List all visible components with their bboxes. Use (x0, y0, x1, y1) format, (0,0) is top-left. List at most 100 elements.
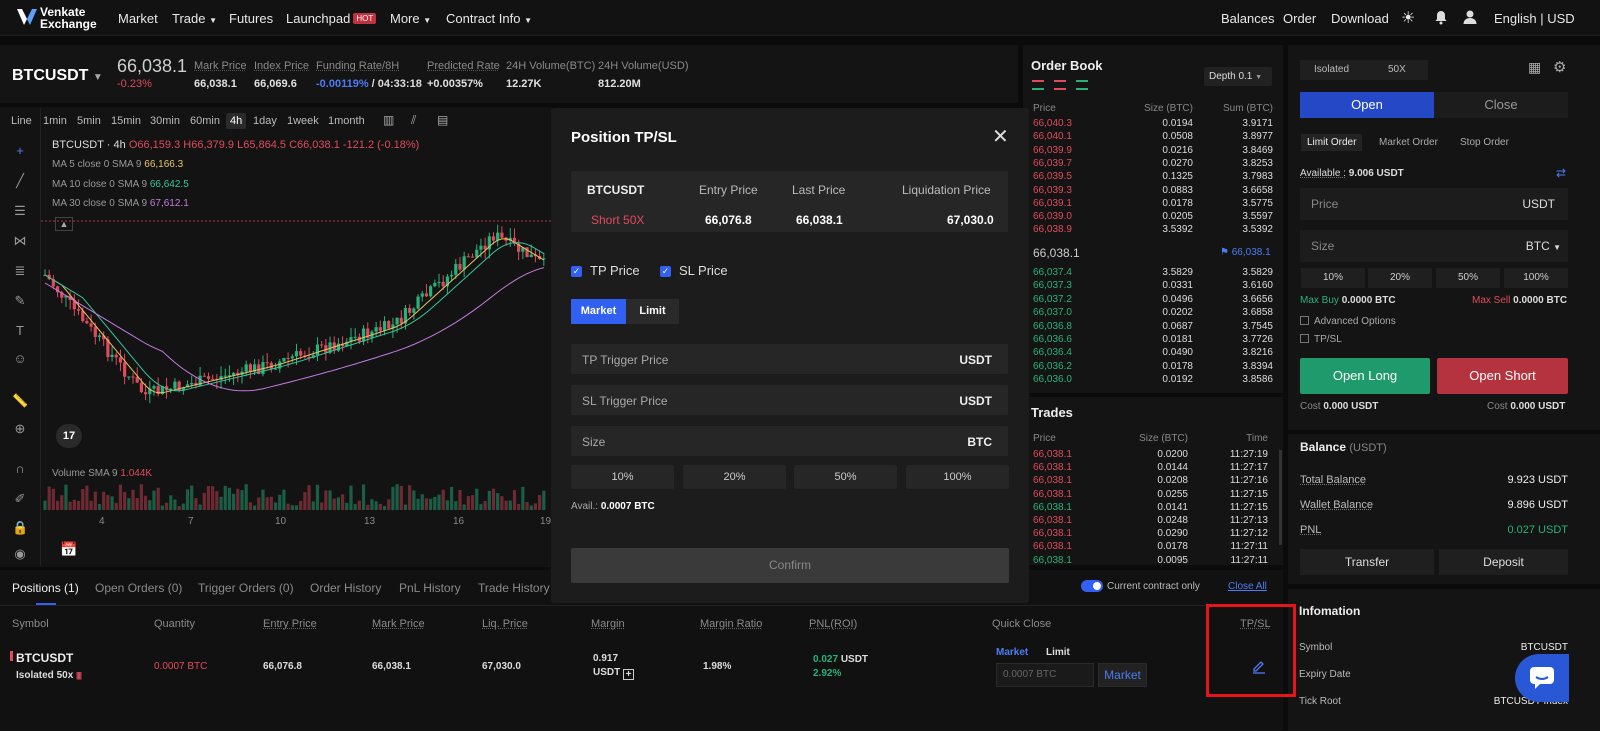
pct-50-button[interactable]: 50% (1436, 268, 1500, 288)
stop-order-tab[interactable]: Stop Order (1460, 137, 1509, 148)
nav-download[interactable]: Download (1331, 11, 1389, 26)
tab-order-history[interactable]: Order History (310, 581, 381, 595)
settings-doc-icon[interactable]: ▤ (437, 113, 448, 127)
nav-launchpad[interactable]: Launchpad HOT (286, 11, 377, 26)
ask-row[interactable]: 66,039.9 0.0216 3.8469 (1033, 145, 1273, 158)
ask-row[interactable]: 66,039.3 0.0883 3.6658 (1033, 185, 1273, 198)
nav-balances[interactable]: Balances (1221, 11, 1274, 26)
tf-1week[interactable]: 1week (287, 115, 319, 127)
emoji-icon[interactable]: ☺ (12, 351, 28, 367)
pct-20-button[interactable]: 20% (1368, 268, 1432, 288)
open-long-button[interactable]: Open Long (1300, 358, 1430, 394)
transfer-arrows-icon[interactable]: ⇄ (1556, 166, 1566, 180)
bid-row[interactable]: 66,036.6 0.0181 3.7726 (1033, 334, 1273, 347)
add-margin-icon[interactable]: + (623, 669, 635, 680)
close-all-link[interactable]: Close All (1228, 581, 1267, 592)
chat-support-button[interactable] (1515, 654, 1569, 702)
tf-1month[interactable]: 1month (328, 115, 365, 127)
pct-100-button[interactable]: 100% (1504, 268, 1568, 288)
market-order-tab[interactable]: Market Order (1379, 137, 1438, 148)
brush-icon[interactable]: ✎ (12, 293, 28, 309)
zoom-icon[interactable]: ⊕ (12, 421, 28, 437)
size-unit-select[interactable]: BTC ▼ (1526, 239, 1561, 253)
tf-30min[interactable]: 30min (150, 115, 180, 127)
tf-1min[interactable]: 1min (43, 115, 67, 127)
nav-order[interactable]: Order (1283, 11, 1316, 26)
sl-trigger-price-input[interactable]: SL Trigger Price USDT (571, 385, 1008, 415)
transfer-button[interactable]: Transfer (1300, 549, 1434, 575)
quick-close-size-input[interactable]: 0.0007 BTC (996, 663, 1094, 687)
view-asks-icon[interactable] (1054, 80, 1066, 90)
bid-row[interactable]: 66,037.2 0.0496 3.6656 (1033, 294, 1273, 307)
tab-positions[interactable]: Positions (1) (12, 581, 79, 595)
tf-15min[interactable]: 15min (111, 115, 141, 127)
isolated-mode[interactable]: Isolated (1314, 64, 1349, 75)
advanced-options-checkbox[interactable]: Advanced Options (1300, 316, 1396, 327)
tf-5min[interactable]: 5min (77, 115, 101, 127)
position-symbol[interactable]: BTCUSDT (16, 651, 73, 665)
bid-row[interactable]: 66,037.0 0.0202 3.6858 (1033, 307, 1273, 320)
open-short-button[interactable]: Open Short (1437, 358, 1568, 394)
modal-pct-100-button[interactable]: 100% (906, 465, 1009, 489)
bell-icon[interactable] (1433, 9, 1449, 28)
ask-row[interactable]: 66,039.5 0.1325 3.7983 (1033, 171, 1273, 184)
pencil-lock-icon[interactable]: ✐ (12, 491, 28, 507)
nav-market[interactable]: Market (118, 11, 158, 26)
tf-4h[interactable]: 4h (226, 113, 247, 129)
nav-trade[interactable]: Trade ▼ (172, 11, 217, 26)
logo[interactable]: Venkate Exchange (16, 5, 116, 31)
ask-row[interactable]: 66,040.3 0.0194 3.9171 (1033, 118, 1273, 131)
modal-pct-10-button[interactable]: 10% (571, 465, 674, 489)
depth-select[interactable]: Depth 0.1 ▼ (1204, 67, 1272, 86)
crosshair-icon[interactable]: + (12, 143, 28, 159)
ask-row[interactable]: 66,039.7 0.0270 3.8253 (1033, 158, 1273, 171)
tf-line[interactable]: Line (11, 115, 32, 127)
deposit-button[interactable]: Deposit (1439, 549, 1568, 575)
pct-10-button[interactable]: 10% (1301, 268, 1365, 288)
modal-limit-tab[interactable]: Limit (626, 299, 679, 324)
tab-pnl-history[interactable]: PnL History (399, 581, 461, 595)
size-input[interactable]: Size BTC ▼ (1300, 230, 1568, 262)
bid-row[interactable]: 66,036.4 0.0490 3.8216 (1033, 347, 1273, 360)
ask-row[interactable]: 66,040.1 0.0508 3.8977 (1033, 131, 1273, 144)
modal-pct-50-button[interactable]: 50% (794, 465, 897, 489)
close-tab[interactable]: Close (1434, 92, 1568, 118)
view-both-icon[interactable] (1032, 80, 1044, 90)
calculator-icon[interactable]: ▦ (1528, 59, 1541, 76)
nav-futures[interactable]: Futures (229, 11, 273, 26)
confirm-button[interactable]: Confirm (571, 548, 1009, 583)
gear-icon[interactable]: ⚙ (1553, 58, 1566, 76)
limit-order-tab[interactable]: Limit Order (1301, 134, 1363, 151)
ask-row[interactable]: 66,038.9 3.5392 3.5392 (1033, 224, 1273, 237)
candle-type-icon[interactable]: ▥ (383, 113, 394, 127)
ask-row[interactable]: 66,039.1 0.0178 3.5775 (1033, 198, 1273, 211)
bid-row[interactable]: 66,036.0 0.0192 3.8586 (1033, 374, 1273, 387)
tab-trade-history[interactable]: Trade History (478, 581, 550, 595)
language-currency[interactable]: English | USD (1494, 11, 1575, 26)
margin-mode-selector[interactable]: Isolated 50X (1300, 60, 1428, 80)
tp-trigger-price-input[interactable]: TP Trigger Price USDT (571, 344, 1008, 374)
fib-icon[interactable]: ≣ (12, 263, 28, 279)
bid-row[interactable]: 66,036.8 0.0687 3.7545 (1033, 321, 1273, 334)
current-contract-toggle[interactable] (1081, 580, 1103, 592)
quick-close-limit-tab[interactable]: Limit (1046, 647, 1070, 658)
ask-row[interactable]: 66,039.0 0.0205 3.5597 (1033, 211, 1273, 224)
eye-icon[interactable]: ◉ (12, 546, 28, 562)
trend-line-icon[interactable]: ╱ (12, 173, 28, 189)
quick-close-market-button[interactable]: Market (1098, 663, 1147, 687)
close-icon[interactable]: ✕ (992, 124, 1009, 149)
text-icon[interactable]: T (12, 323, 28, 339)
bid-row[interactable]: 66,036.2 0.0178 3.8394 (1033, 361, 1273, 374)
tpsl-checkbox[interactable]: TP/SL (1300, 334, 1342, 345)
calendar-range-icon[interactable]: 📅 (60, 541, 77, 558)
indicator-icon[interactable]: ⫽ (411, 113, 416, 128)
leverage-value[interactable]: 50X (1388, 64, 1406, 75)
nav-more[interactable]: More ▼ (390, 11, 431, 26)
tab-open-orders[interactable]: Open Orders (0) (95, 581, 182, 595)
tab-trigger-orders[interactable]: Trigger Orders (0) (198, 581, 294, 595)
bid-row[interactable]: 66,037.4 3.5829 3.5829 (1033, 267, 1273, 280)
price-input[interactable]: Price USDT (1300, 188, 1568, 220)
modal-market-tab[interactable]: Market (571, 299, 626, 324)
open-tab[interactable]: Open (1300, 92, 1434, 118)
quick-close-market-tab[interactable]: Market (996, 647, 1028, 658)
